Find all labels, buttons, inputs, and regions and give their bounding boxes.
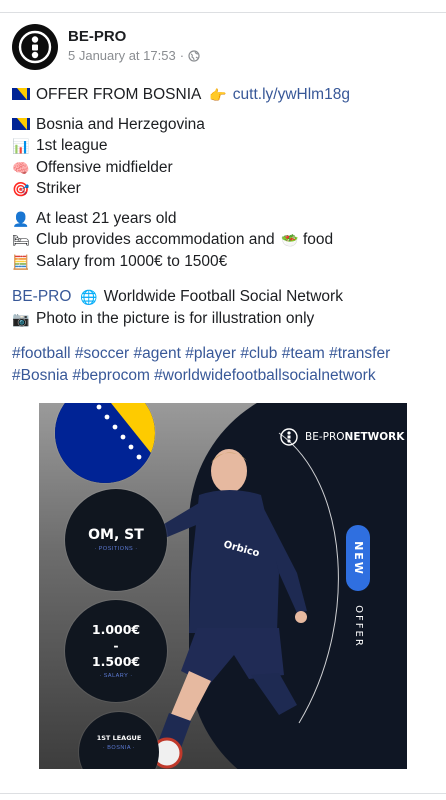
page-name-link[interactable]: BE-PRO <box>68 28 200 46</box>
league-value: 1ST LEAGUE <box>96 734 142 742</box>
brain-icon: 🧠 <box>12 159 30 176</box>
logo-text: BE-PRONETWORK <box>305 431 404 443</box>
globe-icon: 🌐 <box>80 289 98 305</box>
salary-line: 🧮 Salary from 1000€ to 1500€ <box>12 251 436 273</box>
page-avatar[interactable] <box>12 24 58 70</box>
hashtags-line-1[interactable]: #football #soccer #agent #player #club #… <box>12 343 436 365</box>
offer-line: OFFER FROM BOSNIA 👉 cutt.ly/ywHlm18g <box>12 84 436 106</box>
salad-icon: 🥗 <box>281 232 299 248</box>
position-line-1: 🧠 Offensive midfielder <box>12 157 436 179</box>
top-divider <box>0 12 446 13</box>
league-text: 1st league <box>36 137 108 154</box>
accommodation-text: Club provides accommodation and <box>36 231 275 248</box>
meta-separator: · <box>179 48 185 63</box>
abacus-icon: 🧮 <box>12 253 30 270</box>
camera-icon: 📷 <box>12 310 30 327</box>
positions-label: · POSITIONS · <box>94 546 138 552</box>
tagline-text: Worldwide Football Social Network <box>103 288 343 305</box>
position-text-1: Offensive midfielder <box>36 158 173 176</box>
league-line: 📊 1st league <box>12 135 436 157</box>
pointing-right-icon: 👉 <box>209 87 227 103</box>
be-pro-network-logo: BE-PRONETWORK <box>279 427 404 447</box>
food-text: food <box>302 231 334 248</box>
photo-note-line: 📷 Photo in the picture is for illustratio… <box>12 308 436 330</box>
age-line: 👤 At least 21 years old <box>12 208 436 230</box>
player-illustration: Orbico <box>141 432 339 769</box>
post-body: OFFER FROM BOSNIA 👉 cutt.ly/ywHlm18g Bosn… <box>12 84 436 386</box>
logo-text-light: BE-PRO <box>305 431 345 443</box>
salary-to: 1.500€ <box>91 654 141 669</box>
offer-link[interactable]: cutt.ly/ywHlm18g <box>233 86 350 103</box>
globe-icon[interactable] <box>188 50 200 62</box>
salary-dash: - <box>113 638 119 653</box>
salary-label: · SALARY · <box>99 673 133 679</box>
post-timestamp-row: 5 January at 17:53 · <box>68 46 200 66</box>
offer-text: OFFER FROM BOSNIA <box>36 86 201 103</box>
new-badge-text: NEW <box>351 540 365 576</box>
be-pro-logo-icon <box>280 428 298 446</box>
hashtags-line-2[interactable]: #Bosnia #beprocom #worldwidefootballsoci… <box>12 365 436 387</box>
brand-link[interactable]: BE-PRO <box>12 288 71 305</box>
brand-line: BE-PRO 🌐 Worldwide Football Social Networ… <box>12 286 436 308</box>
bar-chart-icon: 📊 <box>12 138 30 154</box>
bed-icon: 🛏 <box>12 232 30 248</box>
bosnia-flag-icon <box>12 88 30 100</box>
country-text: Bosnia and Herzegovina <box>36 115 205 133</box>
post-meta: BE-PRO 5 January at 17:53 · <box>68 28 200 66</box>
bosnia-flag-icon <box>12 117 30 130</box>
be-pro-logo-icon <box>18 30 52 64</box>
post-timestamp[interactable]: 5 January at 17:53 <box>68 46 176 66</box>
offer-image[interactable]: Orbico OM, ST · POSITIONS · 1.000€ - 1.5… <box>39 403 407 769</box>
positions-badge: OM, ST · POSITIONS · <box>65 489 167 591</box>
salary-badge: 1.000€ - 1.500€ · SALARY · <box>65 600 167 702</box>
position-line-2: 🎯 Striker <box>12 178 436 200</box>
salary-text: Salary from 1000€ to 1500€ <box>36 252 228 270</box>
age-text: At least 21 years old <box>36 209 177 227</box>
target-icon: 🎯 <box>12 181 30 197</box>
country-line: Bosnia and Herzegovina <box>12 114 436 136</box>
photo-note-text: Photo in the picture is for illustration… <box>36 309 315 327</box>
bottom-divider <box>0 793 446 794</box>
offer-vertical-label: OFFER <box>347 601 369 651</box>
accommodation-line: 🛏 Club provides accommodation and 🥗 food <box>12 229 436 251</box>
new-badge: NEW <box>346 525 370 591</box>
offer-vertical-text: OFFER <box>352 604 364 648</box>
salary-from: 1.000€ <box>91 622 141 637</box>
logo-text-bold: NETWORK <box>344 431 405 443</box>
positions-value: OM, ST <box>88 527 144 543</box>
post-header: BE-PRO 5 January at 17:53 · <box>12 24 200 70</box>
person-silhouette-icon: 👤 <box>12 210 30 227</box>
league-label: · BOSNIA · <box>102 745 136 751</box>
position-text-2: Striker <box>36 180 81 197</box>
